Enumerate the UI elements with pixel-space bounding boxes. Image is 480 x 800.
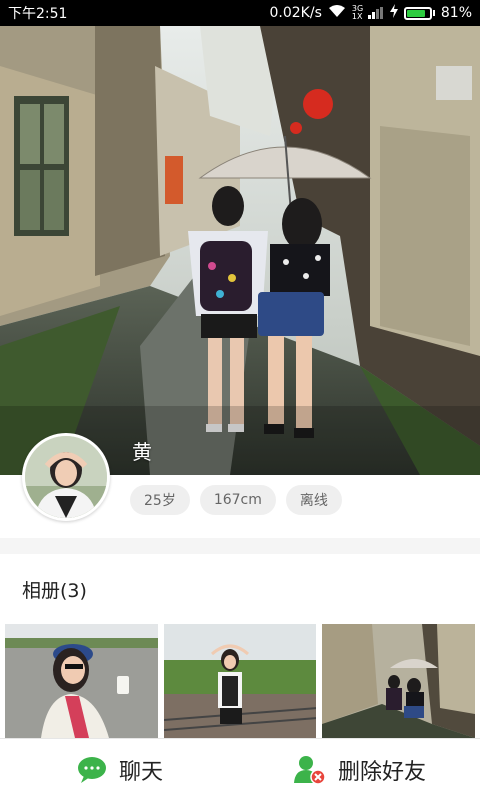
tag-status: 离线 xyxy=(285,485,342,515)
signal-label: 3G 1X xyxy=(351,4,364,21)
profile-tags: 25岁 167cm 离线 xyxy=(130,485,342,515)
bottom-action-bar: 聊天 删除好友 xyxy=(0,738,480,800)
album-photo-2[interactable] xyxy=(163,624,317,738)
chat-bubble-icon xyxy=(77,756,107,784)
signal-icon: 3G 1X xyxy=(352,5,384,21)
album-photos xyxy=(5,624,476,738)
status-time: 下午2:51 xyxy=(8,6,68,22)
status-right: 0.02K/s 3G 1X 81% xyxy=(269,4,472,22)
status-bar: 下午2:51 0.02K/s 3G 1X 81% xyxy=(0,0,480,26)
battery-icon xyxy=(403,6,435,20)
delete-friend-button[interactable]: 删除好友 xyxy=(240,739,480,800)
charging-icon xyxy=(389,4,398,22)
album-photo-3[interactable] xyxy=(322,624,476,738)
avatar[interactable] xyxy=(22,433,110,521)
remove-user-icon xyxy=(293,755,326,785)
network-speed: 0.02K/s xyxy=(269,5,322,21)
tag-age: 25岁 xyxy=(130,485,190,515)
chat-button-label: 聊天 xyxy=(118,759,163,785)
section-divider xyxy=(0,538,480,554)
tag-height: 167cm xyxy=(199,485,276,515)
chat-button[interactable]: 聊天 xyxy=(0,739,240,800)
album-photo-1[interactable] xyxy=(5,624,158,738)
profile-name: 黄 xyxy=(132,440,152,464)
delete-friend-label: 删除好友 xyxy=(337,759,426,785)
cover-photo xyxy=(0,26,480,475)
battery-percent: 81% xyxy=(440,5,472,21)
album-title: 相册(3) xyxy=(22,580,87,602)
wifi-icon xyxy=(328,4,346,22)
